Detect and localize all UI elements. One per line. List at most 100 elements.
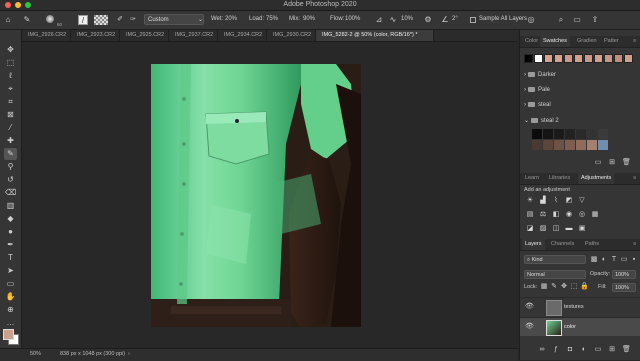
marquee-tool-icon[interactable]: ⬚ (4, 57, 17, 69)
steal-2-swatch[interactable] (587, 129, 597, 139)
new-group-folder-icon[interactable]: ▭ (594, 346, 602, 354)
steal-2-swatch[interactable] (543, 140, 553, 150)
angle-value[interactable]: 2° (452, 16, 458, 22)
dodge-tool-icon[interactable]: ● (4, 226, 17, 238)
mixer-brush-tool-button[interactable]: ✎ (4, 148, 17, 160)
clean-brush-icon[interactable]: ✑ (128, 15, 138, 25)
pressure-icon[interactable]: ◎ (526, 15, 536, 25)
steal-2-swatch[interactable] (532, 140, 542, 150)
document-canvas-photo[interactable] (151, 64, 361, 327)
steal-2-swatch[interactable] (543, 129, 553, 139)
exposure-icon[interactable]: ◩ (565, 197, 573, 205)
swatch-group-steal-2[interactable]: ⌄ steal 2 (524, 117, 559, 124)
sample-all-layers-checkbox[interactable] (470, 17, 476, 23)
steal-2-swatch[interactable] (576, 140, 586, 150)
lock-all-icon[interactable]: 🔒 (580, 283, 589, 291)
steal-2-swatch[interactable] (532, 129, 542, 139)
smoothing-icon[interactable]: ∿ (388, 15, 398, 25)
filter-smart-object-icon[interactable]: ▪ (630, 256, 638, 264)
load-value[interactable]: 75% (266, 16, 278, 22)
pen-tool-icon[interactable]: ✒ (4, 239, 17, 251)
vibrance-icon[interactable]: ▽ (578, 197, 586, 205)
lock-artboard-icon[interactable]: ⬚ (570, 283, 578, 291)
filter-adjustment-icon[interactable]: ◐ (600, 256, 608, 264)
flow-value[interactable]: 100% (345, 16, 360, 22)
document-tab[interactable]: IMG_2934.CR2 (218, 30, 267, 41)
more-tools-icon[interactable]: … (4, 317, 17, 329)
filter-type-icon[interactable]: T (610, 256, 618, 264)
color-lookup-icon[interactable]: ▦ (591, 211, 599, 219)
recent-swatch[interactable] (554, 54, 563, 63)
lock-image-icon[interactable]: ✎ (550, 283, 558, 291)
current-load-swatch[interactable] (94, 15, 108, 25)
mixer-brush-tool-icon[interactable]: ✎ (22, 15, 32, 25)
load-brush-icon[interactable]: ✐ (115, 15, 125, 25)
add-mask-icon[interactable]: ◘ (566, 346, 574, 354)
selective-color-icon[interactable]: ▣ (578, 225, 586, 233)
hue-saturation-icon[interactable]: ▤ (526, 211, 534, 219)
tab-paths[interactable]: Paths (582, 239, 602, 250)
recent-swatch[interactable] (574, 54, 583, 63)
recent-swatch[interactable] (604, 54, 613, 63)
healing-brush-tool-icon[interactable]: ✚ (4, 135, 17, 147)
recent-swatch[interactable] (614, 54, 623, 63)
crop-tool-icon[interactable]: ⌗ (4, 96, 17, 108)
recent-swatch[interactable] (564, 54, 573, 63)
filter-shape-icon[interactable]: ▭ (620, 256, 628, 264)
tab-channels[interactable]: Channels (548, 239, 577, 250)
recent-swatch[interactable] (624, 54, 633, 63)
panel-menu-icon[interactable]: ≡ (630, 239, 639, 250)
steal-2-swatch[interactable] (554, 140, 564, 150)
steal-2-swatch[interactable] (554, 129, 564, 139)
new-group-folder-icon[interactable]: ▭ (594, 159, 602, 167)
search-icon[interactable]: ⌕ (556, 15, 566, 25)
curves-icon[interactable]: ⌇ (552, 197, 560, 205)
blur-tool-icon[interactable]: ◆ (4, 213, 17, 225)
clone-stamp-tool-icon[interactable]: ⚲ (4, 161, 17, 173)
airbrush-icon[interactable]: ⊿ (374, 15, 384, 25)
black-white-icon[interactable]: ◧ (552, 211, 560, 219)
wet-value[interactable]: 20% (225, 16, 237, 22)
rectangle-tool-icon[interactable]: ▭ (4, 278, 17, 290)
fill-input[interactable]: 100% (612, 283, 636, 292)
tab-patterns[interactable]: Patter (601, 36, 622, 47)
tab-layers[interactable]: Layers (522, 239, 545, 250)
recent-swatch[interactable] (534, 54, 543, 63)
brush-preset-picker[interactable] (42, 15, 58, 25)
tab-swatches[interactable]: Swatches (540, 36, 570, 47)
steal-2-swatch[interactable] (598, 129, 608, 139)
share-icon[interactable]: ⇪ (590, 15, 600, 25)
layer-name[interactable]: color (564, 324, 576, 330)
brightness-contrast-icon[interactable]: ☀ (526, 197, 534, 205)
zoom-tool-icon[interactable]: ⊕ (4, 304, 17, 316)
quick-select-tool-icon[interactable]: ⌖ (4, 83, 17, 95)
tab-adjustments[interactable]: Adjustments (578, 173, 615, 184)
workspace-icon[interactable]: ▭ (572, 15, 582, 25)
recent-swatch[interactable] (584, 54, 593, 63)
recent-swatch[interactable] (594, 54, 603, 63)
layer-style-fx-icon[interactable]: ƒ (552, 346, 560, 354)
new-adjustment-layer-icon[interactable]: ◐ (580, 346, 588, 354)
lasso-tool-icon[interactable]: ℓ (4, 70, 17, 82)
mix-value[interactable]: 90% (303, 16, 315, 22)
invert-icon[interactable]: ◪ (526, 225, 534, 233)
zoom-level[interactable]: 50% (30, 351, 41, 357)
brush-settings-icon[interactable]: / (78, 15, 88, 25)
swatch-group-darker[interactable]: › Darker (524, 72, 556, 78)
document-tab[interactable]: IMG_2926.CR2 (22, 30, 71, 41)
lock-transparent-icon[interactable]: ▦ (540, 283, 548, 291)
document-info[interactable]: 838 px x 1048 px (300 ppi) (60, 351, 125, 357)
hand-tool-icon[interactable]: ✋ (4, 291, 17, 303)
threshold-icon[interactable]: ◫ (552, 225, 560, 233)
steal-2-swatch[interactable] (565, 140, 575, 150)
tab-learn[interactable]: Learn (522, 173, 542, 184)
layer-name[interactable]: textures (564, 304, 584, 310)
panel-menu-icon[interactable]: ≡ (630, 173, 639, 184)
posterize-icon[interactable]: ▨ (539, 225, 547, 233)
levels-icon[interactable]: ▟ (539, 197, 547, 205)
frame-tool-icon[interactable]: ⊠ (4, 109, 17, 121)
foreground-color-swatch[interactable] (3, 329, 14, 340)
blend-mode-select[interactable]: Normal (524, 270, 586, 279)
document-tab[interactable]: IMG_2937.CR2 (169, 30, 218, 41)
preset-chevron-down-icon[interactable]: ⌄ (198, 16, 203, 23)
